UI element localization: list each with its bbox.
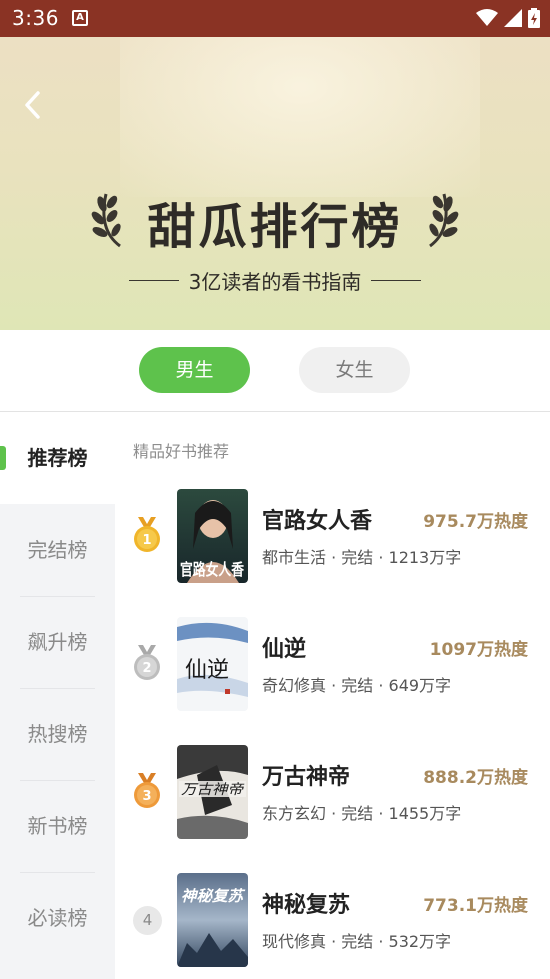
- ranking-sidebar: 推荐榜 完结榜 飙升榜 热搜榜 新书榜 必读榜: [0, 412, 115, 979]
- book-heat: 975.7万热度: [423, 512, 528, 532]
- book-cover: 官路女人香: [177, 489, 248, 583]
- book-title: 万古神帝: [262, 765, 351, 790]
- sidebar-item-recommend[interactable]: 推荐榜: [0, 412, 115, 504]
- gold-medal-icon: 1: [134, 517, 160, 552]
- book-heat: 773.1万热度: [423, 896, 528, 916]
- sidebar-item-label: 必读榜: [27, 906, 88, 930]
- status-bar: 3:36 A: [0, 0, 550, 37]
- book-cover: 万古神帝: [177, 745, 248, 839]
- tab-male[interactable]: 男生: [139, 347, 250, 393]
- svg-text:万古神帝: 万古神帝: [181, 782, 245, 798]
- svg-text:神秘复苏: 神秘复苏: [181, 887, 246, 905]
- list-item[interactable]: 2 仙逆 仙逆 1097万热度 奇幻修真 · 完结 · 649万字: [115, 617, 550, 727]
- book-cover: 仙逆: [177, 617, 248, 711]
- book-cover: 神秘复苏: [177, 873, 248, 967]
- list-item[interactable]: 3 万古神帝 万古神帝 888.2万热度 东方玄幻 · 完结 · 1455万字: [115, 745, 550, 855]
- hero-banner: 甜瓜排行榜 3亿读者的看书指南: [0, 37, 550, 330]
- silver-medal-icon: 2: [134, 645, 160, 680]
- status-time: 3:36: [12, 6, 59, 30]
- book-title: 神秘复苏: [262, 893, 351, 918]
- wifi-icon: [476, 9, 498, 26]
- book-title: 仙逆: [262, 637, 307, 662]
- back-button[interactable]: [16, 85, 52, 125]
- sidebar-item-must-read[interactable]: 必读榜: [0, 872, 115, 964]
- svg-text:2: 2: [142, 661, 151, 676]
- book-meta: 都市生活 · 完结 · 1213万字: [262, 548, 462, 567]
- svg-text:仙逆: 仙逆: [185, 658, 229, 683]
- svg-text:3: 3: [142, 789, 151, 804]
- book-heat: 888.2万热度: [423, 768, 528, 788]
- active-indicator: [0, 446, 6, 470]
- gender-tabs: 男生 女生: [0, 330, 550, 412]
- signal-icon: [504, 9, 522, 27]
- sidebar-item-label: 推荐榜: [27, 446, 88, 470]
- tab-female[interactable]: 女生: [299, 347, 410, 393]
- book-meta: 奇幻修真 · 完结 · 649万字: [262, 676, 452, 695]
- sidebar-item-label: 新书榜: [27, 814, 88, 838]
- book-heat: 1097万热度: [429, 640, 528, 660]
- section-label: 精品好书推荐: [133, 442, 230, 461]
- sidebar-item-label: 飙升榜: [27, 630, 88, 654]
- svg-text:1: 1: [142, 533, 151, 548]
- notification-icon: A: [72, 10, 88, 26]
- list-item[interactable]: 1 官路女人香 官路女人香 975.7万热度 都市生活 · 完结 · 1213万…: [115, 489, 550, 599]
- book-title: 官路女人香: [262, 509, 373, 534]
- svg-text:官路女人香: 官路女人香: [180, 560, 245, 579]
- sidebar-item-completed[interactable]: 完结榜: [0, 504, 115, 596]
- sidebar-item-label: 完结榜: [27, 538, 88, 562]
- sidebar-item-label: 热搜榜: [27, 722, 88, 746]
- rank-badge: 4: [133, 906, 162, 935]
- battery-icon: [528, 8, 540, 28]
- list-item[interactable]: 4 神秘复苏 神秘复苏 773.1万热度 现代修真 · 完结 · 532万字: [115, 873, 550, 979]
- page-subtitle: 3亿读者的看书指南: [188, 269, 362, 294]
- system-icons: [476, 7, 540, 29]
- bronze-medal-icon: 3: [134, 773, 160, 808]
- sidebar-item-hot-search[interactable]: 热搜榜: [0, 688, 115, 780]
- sidebar-item-new-books[interactable]: 新书榜: [0, 780, 115, 872]
- hero-subtitle-row: 3亿读者的看书指南: [0, 265, 550, 295]
- back-arrow-icon: [25, 91, 40, 119]
- book-meta: 现代修真 · 完结 · 532万字: [262, 932, 452, 951]
- page-title: 甜瓜排行榜: [147, 199, 403, 255]
- sidebar-item-rising[interactable]: 飙升榜: [0, 596, 115, 688]
- book-meta: 东方玄幻 · 完结 · 1455万字: [262, 804, 462, 823]
